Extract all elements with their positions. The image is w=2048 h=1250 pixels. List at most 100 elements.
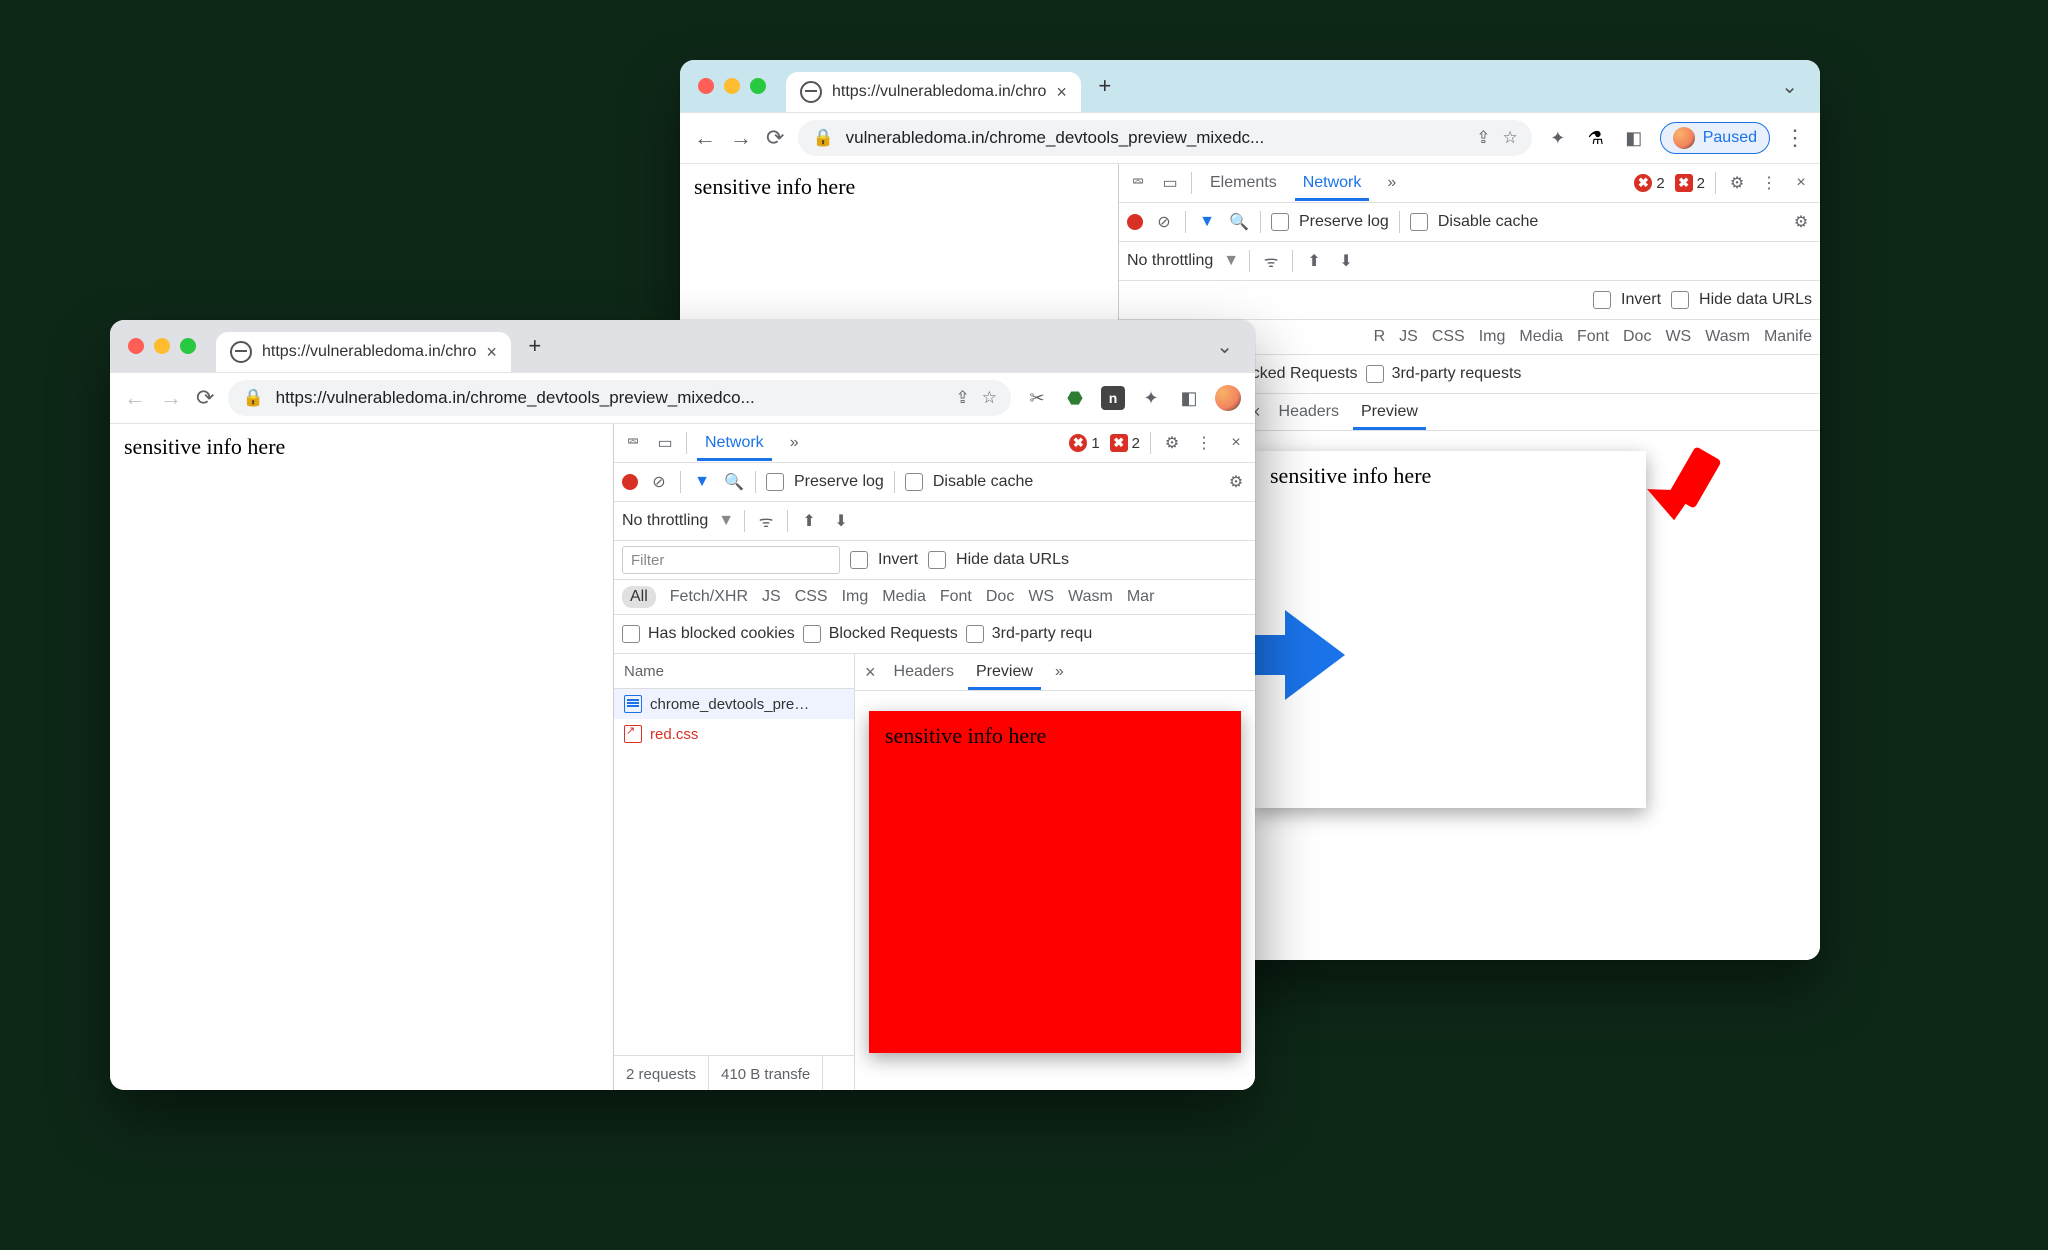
chip-wasm[interactable]: Wasm (1705, 328, 1750, 346)
filter-input[interactable]: Filter (622, 546, 840, 574)
upload-icon[interactable]: ⬆ (798, 510, 820, 532)
hide-urls-checkbox[interactable] (1671, 291, 1689, 309)
chip-all[interactable]: All (622, 586, 656, 608)
tab-preview[interactable]: Preview (972, 663, 1037, 681)
extensions-icon[interactable]: ✦ (1546, 126, 1570, 150)
issue-count[interactable]: ✖2 (1675, 174, 1705, 192)
new-tab-button[interactable]: + (519, 330, 551, 362)
invert-checkbox[interactable] (1593, 291, 1611, 309)
search-icon[interactable]: 🔍 (723, 471, 745, 493)
panel-icon[interactable]: ◧ (1177, 386, 1201, 410)
address-bar[interactable]: 🔒 https://vulnerabledoma.in/chrome_devto… (228, 380, 1011, 416)
wifi-icon[interactable]: ᯤ (755, 510, 777, 532)
tabs-overflow-icon[interactable]: » (1051, 663, 1068, 681)
preserve-log-checkbox[interactable] (1271, 213, 1289, 231)
tabs-overflow-icon[interactable]: » (782, 434, 807, 452)
panel-icon[interactable]: ◧ (1622, 126, 1646, 150)
extension-n-icon[interactable]: n (1101, 386, 1125, 410)
blocked-cookies-checkbox[interactable] (622, 625, 640, 643)
chip-wasm[interactable]: Wasm (1068, 588, 1113, 606)
chip-manifest[interactable]: Mar (1127, 588, 1155, 606)
bookmark-icon[interactable]: ☆ (982, 388, 997, 408)
close-window-icon[interactable] (128, 338, 144, 354)
throttling-select[interactable]: No throttling (1127, 252, 1213, 270)
chip-font[interactable]: Font (940, 588, 972, 606)
tab-headers[interactable]: Headers (890, 663, 958, 681)
minimize-window-icon[interactable] (154, 338, 170, 354)
browser-tab[interactable]: https://vulnerabledoma.in/chro × (786, 72, 1081, 112)
share-icon[interactable]: ⇪ (956, 388, 970, 408)
error-count[interactable]: ✖2 (1634, 174, 1664, 192)
bookmark-icon[interactable]: ☆ (1502, 128, 1517, 148)
new-tab-button[interactable]: + (1089, 70, 1121, 102)
kebab-icon[interactable]: ⋮ (1193, 432, 1215, 454)
tabs-overflow-icon[interactable]: ⌄ (1765, 74, 1814, 99)
download-icon[interactable]: ⬇ (1335, 250, 1357, 272)
kebab-icon[interactable]: ⋮ (1758, 172, 1780, 194)
chip-img[interactable]: Img (1479, 328, 1506, 346)
chip-ws[interactable]: WS (1028, 588, 1054, 606)
reload-icon[interactable]: ⟳ (196, 385, 214, 411)
close-tab-icon[interactable]: × (486, 342, 497, 363)
minimize-window-icon[interactable] (724, 78, 740, 94)
filter-icon[interactable]: ▼ (691, 471, 713, 493)
download-icon[interactable]: ⬇ (830, 510, 852, 532)
request-row[interactable]: red.css (614, 719, 854, 749)
extensions-icon[interactable]: ✦ (1139, 386, 1163, 410)
issue-count[interactable]: ✖2 (1110, 434, 1140, 452)
chip-font[interactable]: Font (1577, 328, 1609, 346)
clear-icon[interactable]: ⊘ (1153, 211, 1175, 233)
maximize-window-icon[interactable] (750, 78, 766, 94)
close-tab-icon[interactable]: × (1056, 82, 1067, 103)
device-icon[interactable]: ▭ (654, 432, 676, 454)
error-count[interactable]: ✖1 (1069, 434, 1099, 452)
third-party-checkbox[interactable] (1366, 365, 1384, 383)
flask-icon[interactable]: ⚗ (1584, 126, 1608, 150)
chip-js[interactable]: JS (1399, 328, 1418, 346)
forward-icon[interactable]: → (730, 125, 752, 151)
hide-urls-checkbox[interactable] (928, 551, 946, 569)
search-icon[interactable]: 🔍 (1228, 211, 1250, 233)
chip-css[interactable]: CSS (795, 588, 828, 606)
request-row[interactable]: chrome_devtools_pre… (614, 689, 854, 719)
tabs-overflow-icon[interactable]: » (1379, 174, 1404, 192)
chip-ws[interactable]: WS (1665, 328, 1691, 346)
tab-headers[interactable]: Headers (1275, 403, 1343, 421)
kebab-menu-icon[interactable]: ⋮ (1784, 125, 1806, 151)
close-window-icon[interactable] (698, 78, 714, 94)
device-icon[interactable]: ▭ (1159, 172, 1181, 194)
avatar-icon[interactable] (1215, 385, 1241, 411)
throttling-select[interactable]: No throttling (622, 512, 708, 530)
gear-icon[interactable]: ⚙ (1790, 211, 1812, 233)
disable-cache-checkbox[interactable] (905, 473, 923, 491)
tab-network[interactable]: Network (1295, 174, 1370, 192)
gear-icon[interactable]: ⚙ (1225, 471, 1247, 493)
inspect-icon[interactable]: ⮹ (1127, 172, 1149, 194)
tab-elements[interactable]: Elements (1202, 174, 1285, 192)
chip-fetch[interactable]: Fetch/XHR (670, 588, 748, 606)
chip-media[interactable]: Media (882, 588, 926, 606)
inspect-icon[interactable]: ⮹ (622, 432, 644, 454)
share-icon[interactable]: ⇪ (1476, 128, 1490, 148)
extension-icon[interactable]: ⬣ (1063, 386, 1087, 410)
address-bar[interactable]: 🔒 vulnerabledoma.in/chrome_devtools_prev… (798, 120, 1531, 156)
reload-icon[interactable]: ⟳ (766, 125, 784, 151)
chip-img[interactable]: Img (842, 588, 869, 606)
gear-icon[interactable]: ⚙ (1161, 432, 1183, 454)
wifi-icon[interactable]: ᯤ (1260, 250, 1282, 272)
invert-checkbox[interactable] (850, 551, 868, 569)
third-party-checkbox[interactable] (966, 625, 984, 643)
chip-media[interactable]: Media (1519, 328, 1563, 346)
close-icon[interactable]: × (865, 662, 876, 683)
clear-icon[interactable]: ⊘ (648, 471, 670, 493)
chip-doc[interactable]: Doc (986, 588, 1014, 606)
maximize-window-icon[interactable] (180, 338, 196, 354)
gear-icon[interactable]: ⚙ (1726, 172, 1748, 194)
filter-icon[interactable]: ▼ (1196, 211, 1218, 233)
disable-cache-checkbox[interactable] (1410, 213, 1428, 231)
back-icon[interactable]: ← (694, 125, 716, 151)
tabs-overflow-icon[interactable]: ⌄ (1200, 334, 1249, 359)
record-icon[interactable] (622, 474, 638, 490)
close-icon[interactable]: × (1790, 172, 1812, 194)
browser-tab[interactable]: https://vulnerabledoma.in/chro × (216, 332, 511, 372)
